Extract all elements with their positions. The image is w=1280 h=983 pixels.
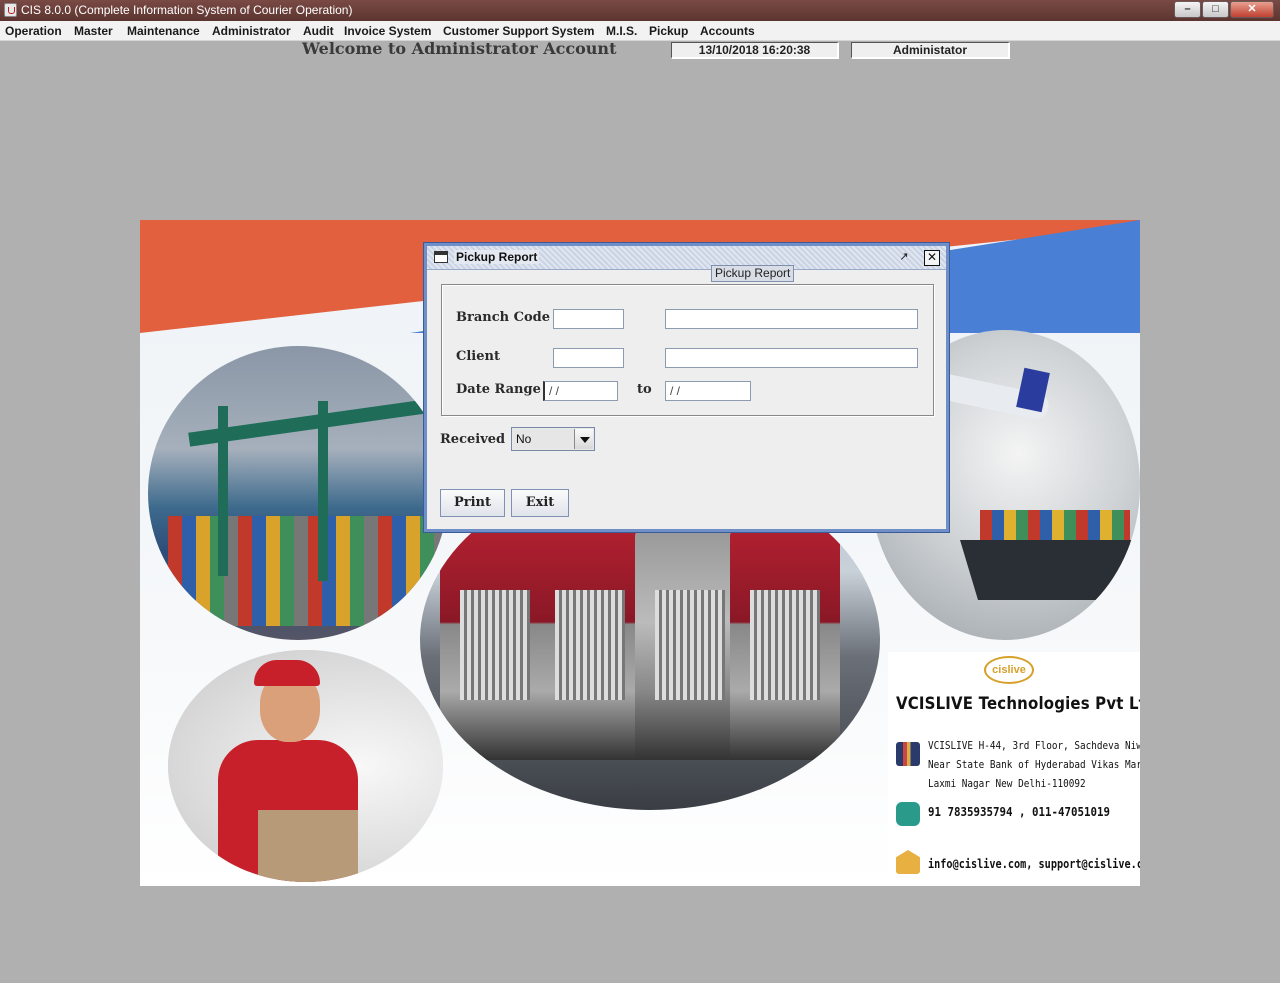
dialog-restore-icon[interactable]: ↗ (896, 250, 912, 266)
company-name: VCISLIVE Technologies Pvt Ltd (896, 694, 1140, 714)
dialog-title: Pickup Report (454, 250, 540, 264)
restore-button[interactable]: □ (1202, 1, 1229, 18)
branch-code-input[interactable] (553, 309, 624, 329)
java-app-icon (4, 3, 17, 17)
close-icon: ✕ (1247, 3, 1257, 15)
client-name-input[interactable] (665, 348, 918, 368)
email-icon (896, 850, 920, 874)
menu-invoice-system[interactable]: Invoice System (344, 24, 431, 38)
client-label: Client (456, 349, 500, 364)
telephone-icon (896, 802, 920, 826)
company-email: info@cislive.com, support@cislive.com (928, 857, 1140, 871)
exit-button[interactable]: Exit (511, 489, 569, 517)
menu-administrator[interactable]: Administrator (212, 24, 291, 38)
chevron-down-icon[interactable] (574, 429, 593, 449)
pickup-report-dialog: Pickup Report ↗ ✕ Pickup Report Branch C… (424, 243, 949, 532)
window-title: CIS 8.0.0 (Complete Information System o… (21, 3, 353, 17)
window-titlebar: CIS 8.0.0 (Complete Information System o… (0, 0, 1280, 21)
menu-master[interactable]: Master (74, 24, 113, 38)
menu-mis[interactable]: M.I.S. (606, 24, 637, 38)
to-label: to (637, 382, 652, 397)
company-info-panel: cislive VCISLIVE Technologies Pvt Ltd VC… (888, 652, 1140, 886)
branch-name-input[interactable] (665, 309, 918, 329)
print-button[interactable]: Print (440, 489, 505, 517)
delivery-man-image (168, 650, 443, 882)
menu-pickup[interactable]: Pickup (649, 24, 688, 38)
date-to-input[interactable]: / / (665, 381, 751, 401)
date-from-input[interactable]: / / (543, 381, 618, 401)
company-phone: 91 7835935794 , 011-47051019 (928, 805, 1111, 819)
menu-maintenance[interactable]: Maintenance (127, 24, 200, 38)
menu-accounts[interactable]: Accounts (700, 24, 755, 38)
minimize-icon: – (1184, 3, 1191, 15)
dialog-close-icon[interactable]: ✕ (924, 250, 940, 266)
menu-operation[interactable]: Operation (5, 24, 62, 38)
menu-customer-support-system[interactable]: Customer Support System (443, 24, 594, 38)
received-select[interactable]: No (511, 427, 595, 451)
date-range-label: Date Range (456, 382, 541, 397)
window-icon (434, 251, 448, 263)
datetime-display: 13/10/2018 16:20:38 (671, 42, 839, 59)
restore-icon: □ (1212, 3, 1219, 15)
client-code-input[interactable] (553, 348, 624, 368)
address-book-icon (896, 742, 920, 766)
user-display: Administator (851, 42, 1010, 59)
filter-groupbox: Branch Code Client Date Range / / to / / (441, 284, 934, 416)
menu-bar: Operation Master Maintenance Administrat… (0, 21, 1280, 41)
close-button[interactable]: ✕ (1230, 1, 1274, 18)
menu-audit[interactable]: Audit (303, 24, 334, 38)
window-controls: – □ ✕ (1173, 1, 1274, 18)
welcome-heading: Welcome to Administrator Account (302, 39, 617, 58)
dialog-titlebar[interactable]: Pickup Report ↗ ✕ (427, 246, 946, 270)
branch-code-label: Branch Code (456, 310, 550, 325)
received-select-value: No (514, 430, 575, 448)
company-logo: cislive (984, 656, 1034, 684)
company-address: VCISLIVE H-44, 3rd Floor, Sachdeva Niwas… (928, 739, 1140, 790)
dialog-tooltip-label: Pickup Report (711, 265, 795, 282)
received-label: Received (440, 432, 506, 447)
minimize-button[interactable]: – (1174, 1, 1201, 18)
port-cranes-image (148, 346, 448, 640)
